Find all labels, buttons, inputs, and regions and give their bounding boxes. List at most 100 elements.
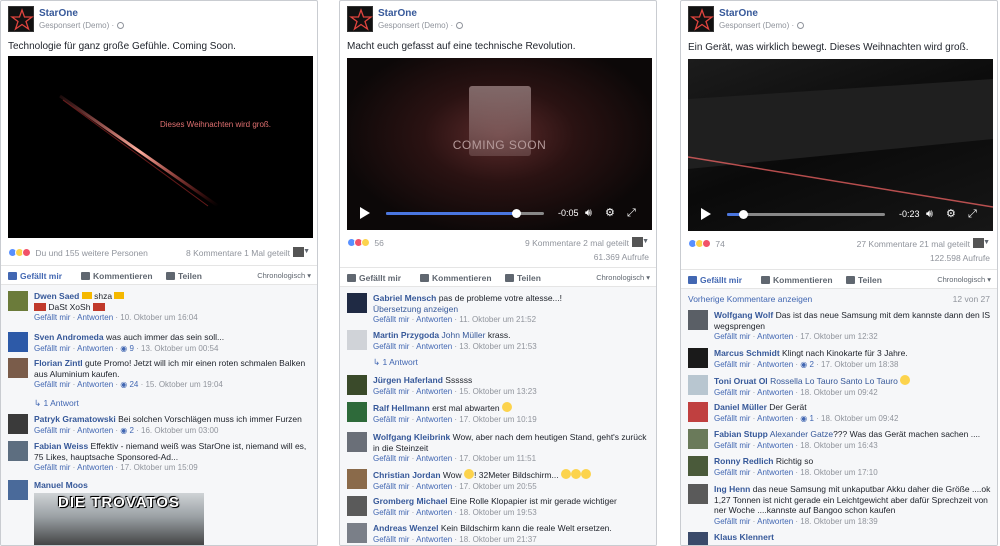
translate-link[interactable]: Übersetzung anzeigen bbox=[373, 304, 458, 314]
avatar[interactable] bbox=[347, 293, 367, 313]
avatar[interactable] bbox=[347, 496, 367, 516]
comment-share-counts[interactable]: 9 Kommentare 2 mal geteilt bbox=[525, 238, 629, 248]
laughing-emoji-icon bbox=[570, 469, 581, 479]
speech-bubble-icon bbox=[81, 272, 90, 280]
thumbs-up-icon bbox=[347, 274, 356, 282]
avatar[interactable] bbox=[688, 456, 708, 476]
play-icon[interactable] bbox=[360, 207, 370, 219]
gear-icon[interactable]: ⚙ bbox=[946, 208, 956, 220]
laughing-emoji-icon bbox=[560, 469, 571, 479]
play-icon[interactable] bbox=[701, 208, 711, 220]
sort-dropdown[interactable]: Chronologisch ▾ bbox=[596, 273, 650, 282]
avatar[interactable] bbox=[688, 429, 708, 449]
video-caption: Dieses Weihnachten wird groß. bbox=[160, 120, 272, 129]
progress-bar[interactable] bbox=[727, 210, 885, 219]
sort-dropdown[interactable]: Chronologisch ▾ bbox=[257, 271, 311, 280]
time-remaining: -0:23 bbox=[899, 209, 920, 219]
fullscreen-icon[interactable]: ⤢ bbox=[627, 207, 636, 219]
comment-image[interactable]: DIE TROVATOS bbox=[34, 493, 204, 545]
comment-reply-link[interactable]: Antworten bbox=[77, 313, 113, 322]
avatar[interactable] bbox=[8, 291, 28, 311]
share-button[interactable]: Teilen bbox=[846, 275, 882, 285]
page-avatar[interactable] bbox=[347, 6, 373, 32]
share-button[interactable]: Teilen bbox=[505, 273, 541, 283]
avatar[interactable] bbox=[688, 310, 708, 330]
video-frame bbox=[59, 94, 219, 208]
reactions-summary[interactable]: Du und 155 weitere Personen bbox=[8, 248, 148, 258]
volume-icon[interactable]: 🔊︎ bbox=[585, 207, 592, 219]
crown-icon bbox=[81, 292, 92, 299]
video-controls: -0:05 🔊︎ ⚙ ⤢ bbox=[347, 200, 652, 226]
like-button[interactable]: Gefällt mir bbox=[688, 275, 742, 285]
laughing-emoji-icon bbox=[580, 469, 591, 479]
comment-author[interactable]: Patryk Gramatowski bbox=[34, 414, 116, 424]
replies-link[interactable]: ↳ 1 Antwort bbox=[34, 398, 79, 409]
comment-author[interactable]: Sven Andromeda bbox=[34, 332, 104, 342]
comment-share-counts[interactable]: 27 Kommentare 21 mal geteilt bbox=[857, 239, 970, 249]
action-bar: Gefällt mir Kommentieren Teilen Chronolo… bbox=[340, 267, 656, 287]
avatar[interactable] bbox=[8, 332, 28, 352]
like-button[interactable]: Gefällt mir bbox=[347, 273, 401, 283]
video-player[interactable]: Dieses Weihnachten wird groß. bbox=[8, 56, 313, 238]
avatar[interactable] bbox=[347, 469, 367, 489]
like-count-badge: ◉ 2 bbox=[120, 425, 134, 435]
caret-down-icon[interactable]: ▼ bbox=[642, 238, 649, 245]
gear-icon[interactable]: ⚙ bbox=[605, 207, 615, 219]
avatar[interactable] bbox=[347, 432, 367, 452]
reactions-text: Du und 155 weitere Personen bbox=[35, 248, 148, 258]
sort-dropdown[interactable]: Chronologisch ▾ bbox=[937, 275, 991, 284]
post-text: Ein Gerät, was wirklich bewegt. Dieses W… bbox=[688, 42, 969, 53]
volume-icon[interactable]: 🔊︎ bbox=[926, 208, 933, 220]
page-avatar[interactable] bbox=[8, 6, 34, 32]
thumbs-up-icon bbox=[8, 272, 17, 280]
avatar[interactable] bbox=[8, 414, 28, 434]
page-avatar[interactable] bbox=[688, 6, 714, 32]
page-name[interactable]: StarOne bbox=[378, 8, 417, 19]
post-stats: Du und 155 weitere Personen 8 Kommentare… bbox=[8, 247, 310, 262]
avatar[interactable] bbox=[688, 375, 708, 395]
share-button[interactable]: Teilen bbox=[166, 271, 202, 281]
comment-author[interactable]: Dwen Saed bbox=[34, 291, 79, 301]
avatar[interactable] bbox=[347, 375, 367, 395]
page-name[interactable]: StarOne bbox=[39, 8, 78, 19]
post-text: Macht euch gefasst auf eine technische R… bbox=[347, 41, 576, 52]
video-player[interactable]: -0:23 🔊︎ ⚙ ⤢ bbox=[688, 59, 993, 231]
comment-like-link[interactable]: Gefällt mir bbox=[34, 313, 70, 322]
page-name[interactable]: StarOne bbox=[719, 8, 758, 19]
reactions-summary[interactable]: 56 bbox=[347, 238, 384, 248]
view-count: 122.598 Aufrufe bbox=[929, 253, 990, 263]
scrubber-handle[interactable] bbox=[511, 209, 521, 218]
comment-author[interactable]: Fabian Weiss bbox=[34, 441, 88, 451]
video-player[interactable]: COMING SOON -0:05 🔊︎ ⚙ ⤢ bbox=[347, 58, 652, 230]
avatar[interactable] bbox=[347, 330, 367, 350]
comment-share-counts[interactable]: 8 Kommentare 1 Mal geteilt bbox=[186, 248, 290, 258]
comment-button[interactable]: Kommentieren bbox=[420, 273, 492, 283]
share-arrow-icon bbox=[505, 274, 514, 282]
avatar[interactable] bbox=[8, 358, 28, 378]
post-stats: 56 9 Kommentare 2 mal geteilt ▼ bbox=[347, 237, 649, 252]
scrubber-handle[interactable] bbox=[738, 210, 748, 219]
flag-icon bbox=[34, 302, 46, 311]
replies-link[interactable]: ↳ 1 Antwort bbox=[373, 357, 418, 368]
reactions-summary[interactable]: 74 bbox=[688, 239, 725, 249]
avatar[interactable] bbox=[8, 441, 28, 461]
fullscreen-icon[interactable]: ⤢ bbox=[968, 208, 977, 220]
progress-bar[interactable] bbox=[386, 209, 544, 218]
avatar[interactable] bbox=[347, 402, 367, 422]
avatar[interactable] bbox=[347, 523, 367, 543]
comment-author[interactable]: Manuel Moos bbox=[34, 480, 88, 490]
avatar[interactable] bbox=[688, 348, 708, 368]
previous-comments-link[interactable]: Vorherige Kommentare anzeigen bbox=[688, 294, 812, 304]
caret-down-icon[interactable]: ▼ bbox=[983, 239, 990, 246]
caret-down-icon[interactable]: ▼ bbox=[303, 248, 310, 255]
comment-button[interactable]: Kommentieren bbox=[761, 275, 833, 285]
like-button[interactable]: Gefällt mir bbox=[8, 271, 62, 281]
avatar[interactable] bbox=[688, 484, 708, 504]
avatar[interactable] bbox=[688, 532, 708, 545]
avatar[interactable] bbox=[688, 402, 708, 422]
comment-button[interactable]: Kommentieren bbox=[81, 271, 153, 281]
comments-section: Dwen Saed shza DaSt XoSh Gefällt mir · A… bbox=[1, 285, 317, 545]
speech-bubble-icon bbox=[420, 274, 429, 282]
comment-author[interactable]: Florian Zintl bbox=[34, 358, 83, 368]
avatar[interactable] bbox=[8, 480, 28, 500]
